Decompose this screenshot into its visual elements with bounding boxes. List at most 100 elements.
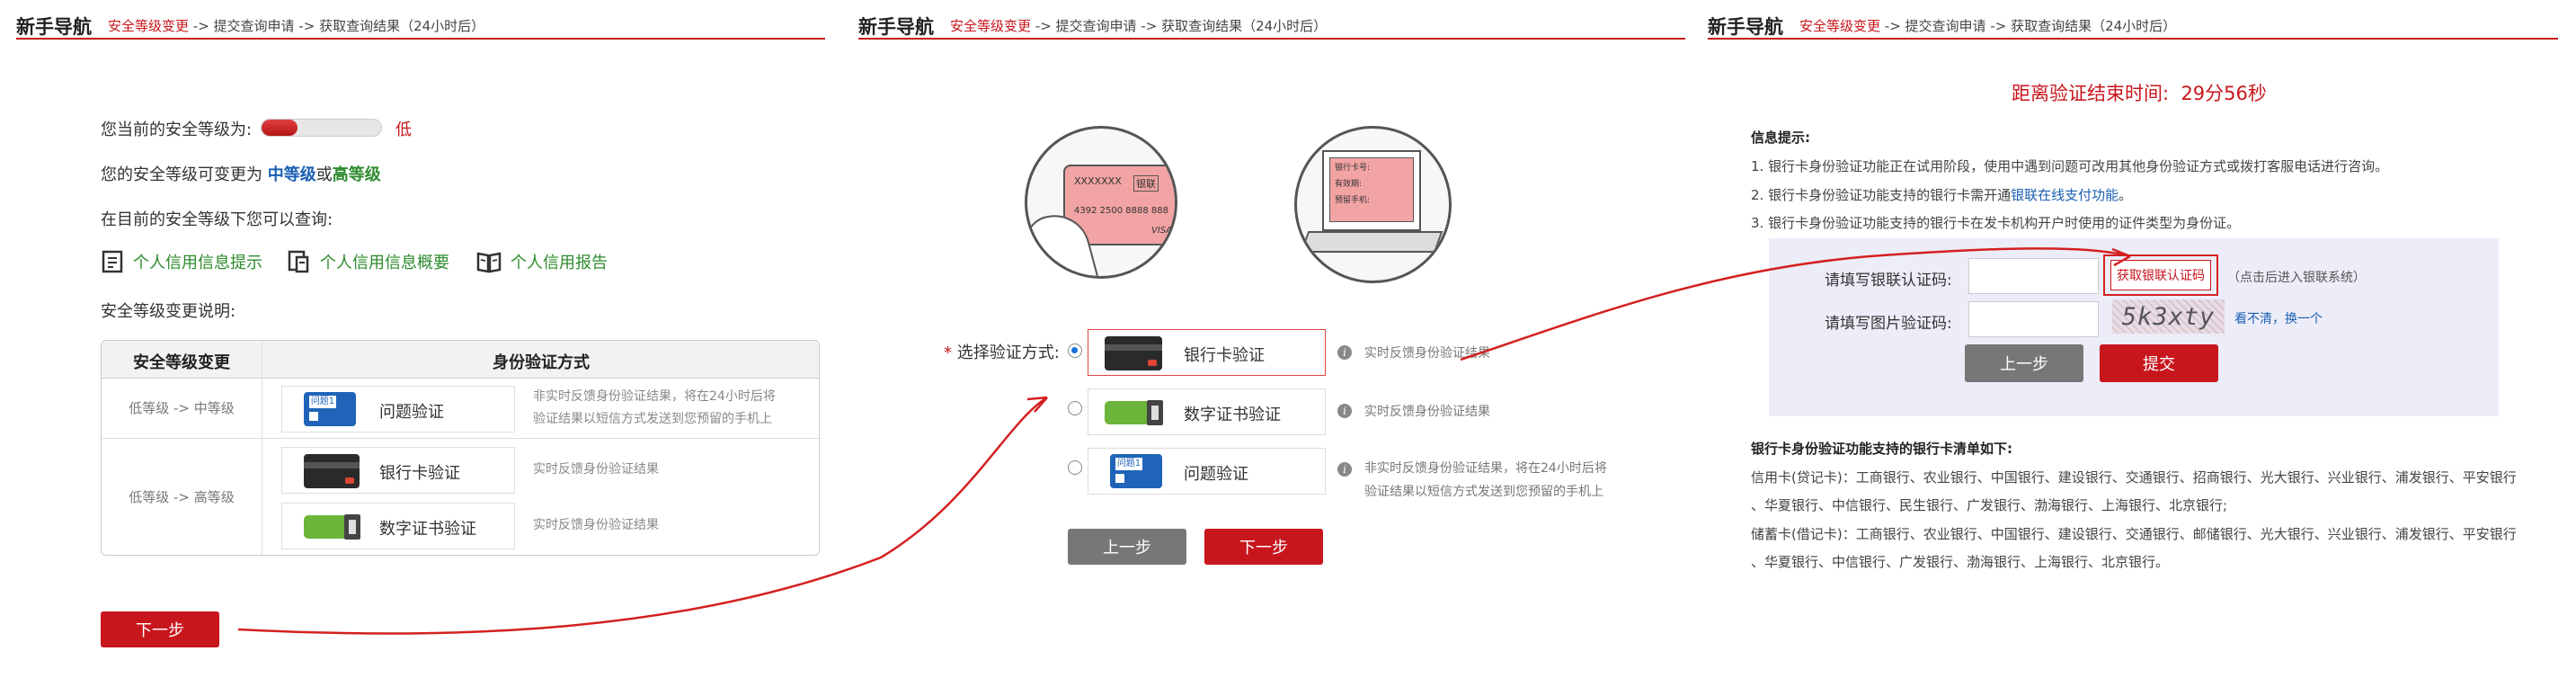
method-question-box: 问题1 问题验证 bbox=[281, 386, 515, 433]
breadcrumb-arrow: -> bbox=[1880, 18, 1905, 34]
link-credit-summary[interactable]: 个人信用信息概要 bbox=[288, 250, 449, 273]
option-bankcard-note: 实时反馈身份验证结果 bbox=[1364, 346, 1490, 361]
question-card-icon: 问题1 bbox=[1110, 454, 1162, 488]
prev-button-step3[interactable]: 上一步 bbox=[1965, 344, 2083, 382]
level-change-text: 您的安全等级可变更为 中等级或高等级 bbox=[101, 162, 381, 185]
bank-card-icon bbox=[304, 454, 360, 488]
level-change-prefix: 您的安全等级可变更为 bbox=[101, 165, 262, 184]
option-question-note: 非实时反馈身份验证结果，将在24小时后将 验证结果以短信方式发送到您预留的手机上 bbox=[1364, 457, 1607, 504]
nav-title: 新手导航 bbox=[858, 16, 934, 38]
info-icon: i bbox=[1337, 345, 1352, 360]
unionpay-code-input[interactable] bbox=[1968, 258, 2099, 294]
unionpay-online-link[interactable]: 银联在线支付功能 bbox=[2011, 187, 2119, 203]
verification-form: 请填写银联认证码: 获取银联认证码 （点击后进入银联系统） 请填写图片验证码: … bbox=[1769, 238, 2499, 416]
option-bankcard[interactable]: 银行卡验证 bbox=[1088, 329, 1326, 376]
captcha-refresh-link[interactable]: 看不清，换一个 bbox=[2234, 309, 2323, 327]
info-line1: 1. 银行卡身份验证功能正在试用阶段，使用中遇到问题可改用其他身份验证方式或拨打… bbox=[1751, 158, 2389, 174]
credit-banks-line1: 信用卡(贷记卡)：工商银行、农业银行、中国银行、建设银行、交通银行、招商银行、光… bbox=[1751, 469, 2517, 486]
option-question-note-line1: 非实时反馈身份验证结果，将在24小时后将 bbox=[1364, 461, 1607, 476]
option-question[interactable]: 问题1 问题验证 bbox=[1088, 448, 1326, 495]
bank-card-icon bbox=[1105, 336, 1162, 370]
illus-card-brand: VISA bbox=[1151, 226, 1172, 236]
info-line2-suffix: 。 bbox=[2119, 187, 2133, 203]
option-cert[interactable]: 数字证书验证 bbox=[1088, 388, 1326, 435]
row2-from: 低等级 bbox=[129, 489, 170, 505]
info-line2: 2. 银行卡身份验证功能支持的银行卡需开通银联在线支付功能。 bbox=[1751, 185, 2132, 204]
method-question-label: 问题验证 bbox=[379, 403, 444, 422]
info-line2-prefix: 2. 银行卡身份验证功能支持的银行卡需开通 bbox=[1751, 187, 2012, 203]
submit-button[interactable]: 提交 bbox=[2100, 344, 2218, 382]
get-unionpay-code-button[interactable]: 获取银联认证码 bbox=[2110, 260, 2211, 290]
countdown-value: 29分56秒 bbox=[2181, 83, 2267, 104]
credit-banks-line2: 、华夏银行、中信银行、民生银行、广发银行、渤海银行、上海银行、北京银行; bbox=[1751, 497, 2228, 513]
illus-form-line2: 有效期: bbox=[1335, 180, 1363, 189]
radio-cert[interactable] bbox=[1068, 401, 1082, 415]
info-icon: i bbox=[1337, 404, 1352, 418]
countdown: 距离验证结束时间: 29分56秒 bbox=[2012, 79, 2267, 106]
link-credit-hint[interactable]: 个人信用信息提示 bbox=[101, 250, 262, 273]
select-method-label: * 选择验证方式: bbox=[944, 340, 1060, 363]
breadcrumb-step-submit: 提交查询申请 bbox=[1055, 18, 1137, 34]
breadcrumb-arrow: -> bbox=[1985, 18, 2012, 34]
get-code-highlight: 获取银联认证码 bbox=[2103, 254, 2218, 296]
table-header-method: 身份验证方式 bbox=[493, 353, 590, 372]
breadcrumb-arrow: -> bbox=[294, 18, 320, 34]
query-label: 在目前的安全等级下您可以查询: bbox=[101, 210, 333, 229]
method-cert-label: 数字证书验证 bbox=[379, 520, 476, 539]
mid-level-link[interactable]: 中等级 bbox=[268, 165, 316, 184]
option-cert-label: 数字证书验证 bbox=[1184, 406, 1281, 424]
unionpay-code-label: 请填写银联认证码: bbox=[1825, 272, 1952, 290]
radio-bankcard[interactable] bbox=[1068, 343, 1082, 358]
breadcrumb: 安全等级变更 -> 提交查询申请 -> 获取查询结果（24小时后） bbox=[950, 16, 1327, 35]
row2-to: 高等级 bbox=[193, 489, 235, 505]
nav-title: 新手导航 bbox=[1708, 16, 1783, 38]
change-desc-label: 安全等级变更说明: bbox=[101, 302, 236, 321]
method-cert-box: 数字证书验证 bbox=[281, 503, 515, 549]
breadcrumb-step-submit: 提交查询申请 bbox=[1905, 18, 1986, 34]
captcha-label: 请填写图片验证码: bbox=[1825, 315, 1952, 333]
nav-title: 新手导航 bbox=[16, 16, 92, 38]
method-bankcard-box: 银行卡验证 bbox=[281, 447, 515, 494]
breadcrumb-step-result: 获取查询结果（24小时后） bbox=[319, 18, 485, 34]
banks-title: 银行卡身份验证功能支持的银行卡清单如下: bbox=[1751, 441, 2013, 457]
prev-button-step2[interactable]: 上一步 bbox=[1068, 529, 1186, 565]
method-question-note-line2: 验证结果以短信方式发送到您预留的手机上 bbox=[533, 412, 772, 426]
select-method-text: 选择验证方式: bbox=[956, 343, 1060, 362]
radio-question[interactable] bbox=[1068, 460, 1082, 475]
row2-change: 低等级 -> 高等级 bbox=[102, 487, 262, 506]
question-card-icon-text: 问题1 bbox=[1115, 458, 1142, 470]
row1-change: 低等级 -> 中等级 bbox=[102, 398, 262, 417]
countdown-label: 距离验证结束时间: bbox=[2012, 83, 2170, 104]
next-button-step2[interactable]: 下一步 bbox=[1204, 529, 1323, 565]
breadcrumb-step-security[interactable]: 安全等级变更 bbox=[950, 18, 1031, 34]
high-level-link[interactable]: 高等级 bbox=[333, 165, 381, 184]
link-credit-hint-label: 个人信用信息提示 bbox=[133, 254, 262, 272]
level-change-table: 安全等级变更 身份验证方式 低等级 -> 中等级 问题1 问题验证 非实时反馈身… bbox=[101, 340, 820, 556]
option-question-note-line2: 验证结果以短信方式发送到您预留的手机上 bbox=[1364, 485, 1603, 499]
nav-divider bbox=[1708, 38, 2558, 40]
row1-to: 中等级 bbox=[193, 400, 235, 416]
breadcrumb-arrow: -> bbox=[189, 18, 214, 34]
option-question-label: 问题验证 bbox=[1184, 465, 1248, 484]
or-text: 或 bbox=[315, 165, 333, 184]
security-level-meter bbox=[261, 119, 382, 137]
card-hand-illustration: XXXXXXX 银联 4392 2500 8888 888 VISA bbox=[1025, 126, 1177, 279]
row2-arrow: -> bbox=[173, 489, 190, 505]
option-bankcard-label: 银行卡验证 bbox=[1184, 346, 1265, 365]
book-icon bbox=[476, 252, 502, 273]
method-bankcard-note: 实时反馈身份验证结果 bbox=[533, 462, 659, 477]
next-button-step1[interactable]: 下一步 bbox=[101, 611, 219, 647]
breadcrumb-step-result: 获取查询结果（24小时后） bbox=[2011, 18, 2177, 34]
info-title: 信息提示: bbox=[1751, 129, 1810, 146]
breadcrumb-step-security[interactable]: 安全等级变更 bbox=[1799, 18, 1880, 34]
link-credit-report[interactable]: 个人信用报告 bbox=[476, 250, 608, 273]
captcha-input[interactable] bbox=[1968, 301, 2099, 337]
illus-card-number: 4392 2500 8888 888 bbox=[1074, 206, 1168, 216]
usb-key-icon bbox=[304, 514, 360, 540]
method-question-note: 非实时反馈身份验证结果，将在24小时后将 验证结果以短信方式发送到您预留的手机上 bbox=[533, 386, 776, 431]
method-bankcard-label: 银行卡验证 bbox=[379, 464, 460, 483]
breadcrumb-step-security[interactable]: 安全等级变更 bbox=[108, 18, 189, 34]
get-code-hint: （点击后进入银联系统） bbox=[2227, 271, 2366, 285]
document-icon bbox=[102, 250, 123, 273]
question-card-icon-text: 问题1 bbox=[309, 396, 336, 408]
